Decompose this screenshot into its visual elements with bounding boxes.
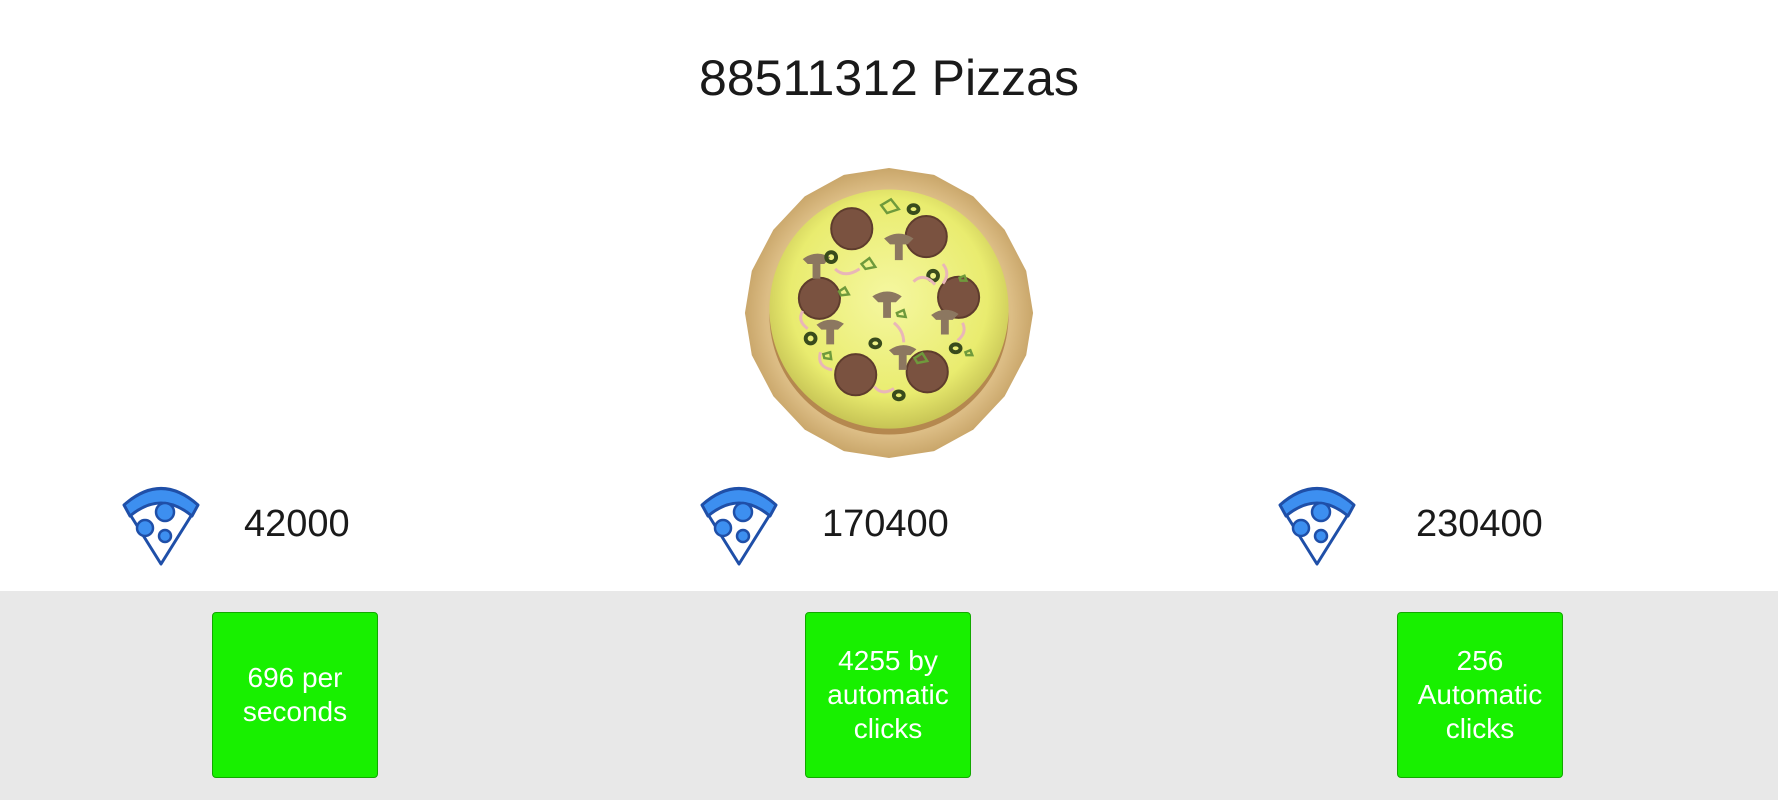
upgrade-button-label: 4255 by automatic clicks (827, 645, 949, 744)
pizza-slice-icon (698, 478, 780, 568)
upgrade-button-label: 256 Automatic clicks (1417, 645, 1543, 744)
upgrade-cost-value: 170400 (822, 503, 949, 545)
pizza-count-title: 88511312 Pizzas (699, 50, 1079, 106)
upgrade-cost-1: 42000 (120, 478, 480, 568)
upgrade-cost-2: 170400 (698, 478, 1058, 568)
upgrade-auto-clicks-button[interactable]: 256 Automatic clicks (1397, 612, 1563, 778)
pizza-slice-icon (1276, 478, 1358, 568)
upgrade-click-power-button[interactable]: 4255 by automatic clicks (805, 612, 971, 778)
upgrade-cost-3: 230400 (1276, 478, 1636, 568)
upgrade-per-second-button[interactable]: 696 per seconds (212, 612, 378, 778)
upgrade-cost-value: 42000 (244, 503, 350, 545)
upgrade-button-label: 696 per seconds (242, 662, 348, 727)
pizza-icon (744, 167, 1034, 459)
upgrade-cost-value: 230400 (1416, 503, 1543, 545)
pizza-click-target[interactable] (742, 166, 1036, 460)
pizza-slice-icon (120, 478, 202, 568)
